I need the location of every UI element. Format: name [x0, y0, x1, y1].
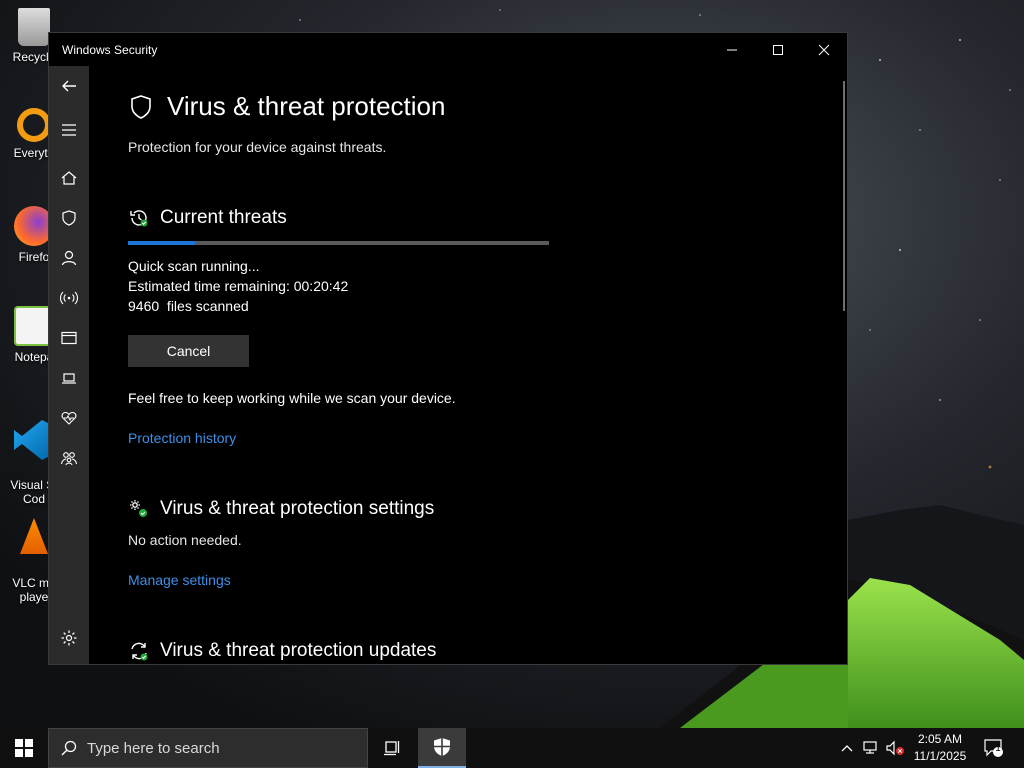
nav-item-firewall[interactable] — [49, 282, 89, 314]
start-button[interactable] — [0, 728, 48, 768]
page-subtitle: Protection for your device against threa… — [128, 139, 387, 155]
heart-pulse-icon — [61, 411, 77, 425]
menu-button[interactable] — [49, 114, 89, 146]
action-center-button[interactable]: 1 — [980, 728, 1008, 768]
shield-icon — [131, 94, 151, 119]
person-icon — [61, 250, 77, 266]
nav-item-app-browser-control[interactable] — [49, 322, 89, 354]
nav-item-device-health[interactable] — [49, 402, 89, 434]
section-title: Virus & threat protection settings — [160, 498, 435, 519]
taskbar: Type here to search 2:05 AM 11/1/2025 1 — [0, 728, 1024, 768]
taskbar-clock[interactable]: 2:05 AM 11/1/2025 — [906, 731, 974, 765]
volume-button[interactable] — [884, 728, 906, 768]
manage-settings-link[interactable]: Manage settings — [128, 572, 231, 588]
home-icon — [61, 171, 77, 185]
minimize-button[interactable] — [709, 33, 755, 66]
windows-logo-icon — [15, 739, 33, 757]
scan-status-text: Quick scan running... — [128, 258, 260, 274]
app-window-icon — [61, 331, 77, 345]
settings-section-heading: Virus & threat protection settings — [128, 498, 434, 520]
scan-progress-fill — [128, 241, 196, 245]
back-button[interactable] — [49, 70, 89, 102]
search-icon — [61, 740, 77, 756]
page-heading: Virus & threat protection — [128, 91, 445, 122]
hamburger-icon — [62, 124, 76, 136]
nav-item-account-protection[interactable] — [49, 242, 89, 274]
laptop-icon — [62, 373, 76, 384]
nav-item-home[interactable] — [49, 162, 89, 194]
nav-item-virus-protection[interactable] — [49, 202, 89, 234]
network-icon — [863, 741, 877, 754]
close-icon — [818, 44, 830, 55]
family-icon — [60, 452, 78, 466]
updates-section-heading: Virus & threat protection updates — [128, 640, 436, 662]
back-arrow-icon — [62, 80, 76, 92]
section-title: Current threats — [160, 207, 287, 228]
taskbar-app-windows-security[interactable] — [418, 728, 466, 768]
minimize-icon — [727, 49, 737, 50]
section-title: Virus & threat protection updates — [160, 640, 437, 661]
close-button[interactable] — [801, 33, 847, 66]
maximize-icon — [773, 44, 783, 55]
refresh-icon — [131, 642, 148, 661]
window-title: Windows Security — [62, 42, 158, 57]
shield-icon — [62, 210, 76, 226]
task-view-button[interactable] — [368, 728, 416, 768]
current-threats-heading: Current threats — [128, 207, 287, 229]
chevron-up-icon — [841, 745, 853, 752]
wireless-icon — [60, 291, 78, 305]
nav-item-family-options[interactable] — [49, 442, 89, 474]
network-status-button[interactable] — [860, 728, 882, 768]
time-remaining-text: Estimated time remaining: 00:20:42 — [128, 278, 349, 294]
recycle-bin-icon — [18, 8, 50, 46]
history-clock-icon — [130, 210, 148, 227]
scan-progress-bar — [128, 241, 549, 245]
search-placeholder: Type here to search — [87, 739, 220, 757]
scan-note-text: Feel free to keep working while we scan … — [128, 390, 456, 406]
task-view-icon — [384, 741, 400, 756]
clock-date: 11/1/2025 — [913, 749, 967, 763]
navigation-sidebar — [49, 66, 89, 664]
desktop-icon-label: Firefo — [18, 250, 50, 264]
nav-item-settings[interactable] — [49, 622, 89, 654]
protection-history-link[interactable]: Protection history — [128, 430, 236, 446]
clock-time: 2:05 AM — [917, 732, 963, 746]
windows-security-window: Windows Security Virus & threat protecti… — [48, 32, 848, 665]
windows-security-shield-icon — [434, 738, 450, 756]
cancel-scan-button[interactable]: Cancel — [128, 335, 249, 367]
taskbar-search-box[interactable]: Type here to search — [48, 728, 368, 768]
settings-gears-icon — [130, 500, 147, 517]
page-title: Virus & threat protection — [167, 91, 446, 121]
speaker-muted-icon — [886, 740, 904, 756]
scrollbar[interactable] — [843, 81, 845, 311]
everything-icon — [17, 108, 51, 142]
title-bar[interactable]: Windows Security — [49, 33, 847, 66]
notification-count-badge: 1 — [995, 743, 1001, 754]
settings-status-text: No action needed. — [128, 532, 242, 548]
nav-item-device-security[interactable] — [49, 362, 89, 394]
show-hidden-icons-button[interactable] — [838, 728, 856, 768]
maximize-button[interactable] — [755, 33, 801, 66]
gear-icon — [61, 630, 77, 646]
files-scanned-text: 9460 files scanned — [128, 298, 249, 314]
